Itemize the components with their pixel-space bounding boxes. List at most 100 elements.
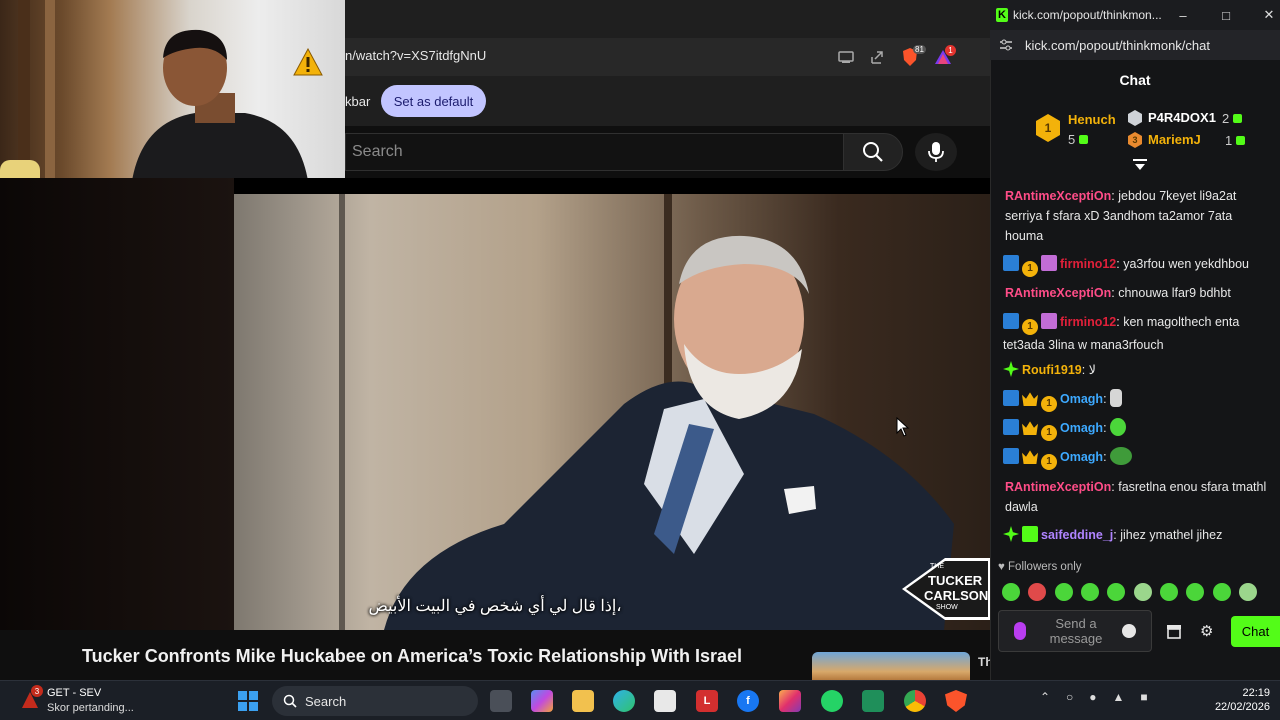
chat-username[interactable]: Omagh xyxy=(1060,392,1103,406)
curtain-fold xyxy=(45,0,55,194)
og-badge-icon xyxy=(1003,361,1019,377)
moderator-badge-icon xyxy=(1003,313,1019,329)
youtube-search-input[interactable] xyxy=(345,133,843,171)
quick-emote-icon[interactable] xyxy=(1134,583,1152,601)
chat-username[interactable]: saifeddine_j xyxy=(1041,528,1113,542)
video-title[interactable]: Tucker Confronts Mike Huckabee on Americ… xyxy=(82,646,742,667)
chat-username[interactable]: firmino12 xyxy=(1060,257,1116,271)
chat-text: chnouwa lfar9 bdhbt xyxy=(1114,286,1231,300)
gifter-badge-icon xyxy=(1022,526,1038,542)
microsoft-365-icon[interactable] xyxy=(531,690,553,712)
chat-text: jihez ymathel jihez xyxy=(1116,528,1223,542)
quick-emote-icon[interactable] xyxy=(1239,583,1257,601)
leaderboard-count: 2 xyxy=(1222,111,1230,126)
moderator-badge-icon xyxy=(1003,419,1019,435)
leaderboard-count: 1 xyxy=(1225,133,1233,148)
emoji-picker-icon[interactable] xyxy=(1122,624,1136,638)
subscriber-badge-icon: 1 xyxy=(1041,454,1057,470)
edge-icon[interactable] xyxy=(613,690,635,712)
chat-message: 1 Omagh: xyxy=(1003,418,1265,441)
gifter-badge-icon xyxy=(1041,313,1057,329)
chat-microphone-icon[interactable] xyxy=(1014,622,1026,640)
warning-icon xyxy=(293,48,323,76)
shield-count: 81 xyxy=(913,45,926,54)
emote-icon xyxy=(1110,389,1123,407)
logo-line: CARLSON xyxy=(924,588,989,603)
recommended-title[interactable]: The New Pyramid Theory Explains the Miss… xyxy=(978,655,990,669)
quick-emote-icon[interactable] xyxy=(1160,583,1178,601)
microsoft-store-icon[interactable] xyxy=(654,690,676,712)
address-url[interactable]: n/watch?v=XS7itdfgNnU xyxy=(345,48,486,63)
quick-emote-icon[interactable] xyxy=(1081,583,1099,601)
chat-username[interactable]: RAntimeXceptiOn xyxy=(1005,286,1111,300)
lenovo-icon[interactable]: L xyxy=(696,690,718,712)
taskbar-clock[interactable]: 22:19 22/02/2026 xyxy=(1210,686,1270,714)
browser-tab-strip xyxy=(345,0,990,38)
video-player[interactable]: إذا قال لي أي شخص في البيت الأبيض، THE T… xyxy=(0,178,990,630)
chat-username[interactable]: Roufi1919 xyxy=(1022,363,1082,377)
minimize-icon[interactable]: – xyxy=(1174,6,1192,24)
store-icon[interactable] xyxy=(1166,623,1182,639)
chat-message: 1 Omagh: xyxy=(1003,447,1265,470)
leaderboard-name[interactable]: Henuch xyxy=(1068,112,1116,127)
og-badge-icon xyxy=(1003,526,1019,542)
widget-title[interactable]: GET - SEV xyxy=(47,687,101,699)
vip-crown-icon xyxy=(1022,450,1038,464)
followers-only-label: Followers only xyxy=(1008,561,1082,573)
close-icon[interactable]: ✕ xyxy=(1260,6,1278,24)
subscriber-badge-icon: 1 xyxy=(1022,261,1038,277)
windows-start-icon[interactable] xyxy=(237,690,259,712)
file-explorer-icon[interactable] xyxy=(572,690,594,712)
set-as-default-button[interactable]: Set as default xyxy=(381,85,486,117)
system-tray[interactable]: ⌃○●▲■ xyxy=(1040,690,1164,704)
chat-message: RAntimeXceptiOn: chnouwa lfar9 bdhbt xyxy=(1005,286,1231,300)
chat-username[interactable]: Omagh xyxy=(1060,421,1103,435)
whatsapp-icon[interactable] xyxy=(821,690,843,712)
taskbar-search[interactable] xyxy=(272,686,478,716)
chat-username[interactable]: RAntimeXceptiOn xyxy=(1005,480,1111,494)
recommended-thumbnail[interactable] xyxy=(812,652,970,680)
subscriber-badge-icon: 1 xyxy=(1022,319,1038,335)
app-icon[interactable] xyxy=(862,690,884,712)
quick-emote-icon[interactable] xyxy=(1107,583,1125,601)
chrome-icon[interactable] xyxy=(904,690,926,712)
task-view-icon[interactable] xyxy=(490,690,512,712)
facebook-icon[interactable]: f xyxy=(737,690,759,712)
webcam-overlay xyxy=(0,0,345,194)
send-chat-button[interactable]: Chat xyxy=(1231,616,1280,647)
gifter-badge-icon xyxy=(1041,255,1057,271)
chat-username[interactable]: RAntimeXceptiOn xyxy=(1005,189,1111,203)
gift-icon xyxy=(1233,114,1243,124)
video-left-panel xyxy=(0,178,234,630)
chat-username[interactable]: firmino12 xyxy=(1060,315,1116,329)
chat-message: saifeddine_j: jihez ymathel jihez xyxy=(1003,525,1265,545)
leaderboard-name[interactable]: P4R4DOX1 xyxy=(1148,110,1216,125)
maximize-icon[interactable]: □ xyxy=(1217,6,1235,24)
quick-emote-icon[interactable] xyxy=(1028,583,1046,601)
voice-search-button[interactable] xyxy=(915,133,957,171)
moderator-badge-icon xyxy=(1003,448,1019,464)
quick-emote-icon[interactable] xyxy=(1186,583,1204,601)
leaderboard-name[interactable]: MariemJ xyxy=(1148,132,1201,147)
chat-username[interactable]: Omagh xyxy=(1060,450,1103,464)
gift-icon xyxy=(1236,136,1246,146)
widget-subtitle[interactable]: Skor pertanding... xyxy=(47,702,134,714)
leaderboard-count: 5 xyxy=(1068,132,1076,147)
cast-icon[interactable] xyxy=(836,47,856,67)
moderator-badge-icon xyxy=(1003,255,1019,271)
quick-emote-icon[interactable] xyxy=(1055,583,1073,601)
quick-emote-icon[interactable] xyxy=(1002,583,1020,601)
chat-url[interactable]: kick.com/popout/thinkmonk/chat xyxy=(1025,38,1210,53)
heart-icon: ♥ xyxy=(998,561,1005,573)
share-icon[interactable] xyxy=(867,47,887,67)
collapse-leaderboard-icon[interactable] xyxy=(1132,158,1148,172)
chat-message: RAntimeXceptiOn: fasretlna enou sfara tm… xyxy=(1005,480,1267,514)
search-placeholder: Search xyxy=(352,143,403,160)
clock-time: 22:19 xyxy=(1242,687,1270,699)
search-icon xyxy=(863,142,883,162)
youtube-search-button[interactable] xyxy=(843,133,903,171)
chat-settings-icon[interactable]: ⚙ xyxy=(1200,622,1213,640)
instagram-icon[interactable] xyxy=(779,690,801,712)
quick-emote-icon[interactable] xyxy=(1213,583,1231,601)
site-settings-icon[interactable] xyxy=(999,38,1013,52)
